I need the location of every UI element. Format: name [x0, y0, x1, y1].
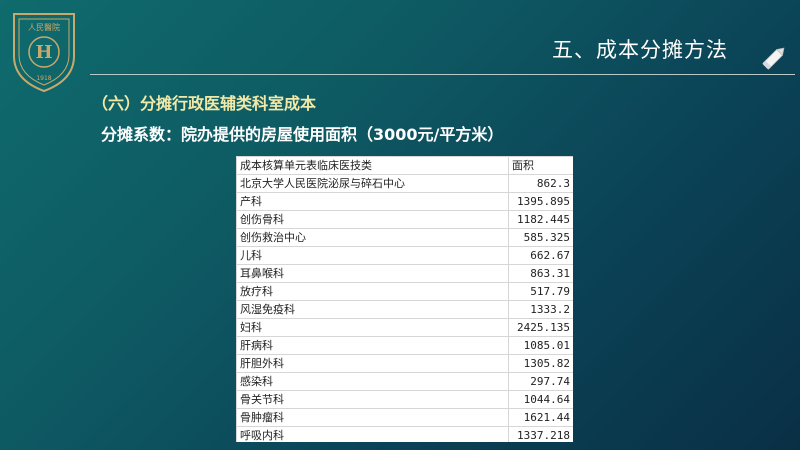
logo-top-text: 人民醫院: [28, 22, 60, 32]
header-cell-unit: 成本核算单元表临床医技类: [236, 156, 509, 175]
pen-icon: [758, 42, 790, 74]
table-row: 肝胆外科 1305.82: [236, 354, 573, 373]
cell-name: 呼吸内科: [236, 426, 509, 442]
cell-area: 1337.218: [508, 426, 573, 442]
table-row: 骨关节科 1044.64: [236, 390, 573, 409]
cell-area: 1085.01: [508, 336, 573, 355]
cell-area: 585.325: [508, 228, 573, 247]
table-row: 创伤骨科 1182.445: [236, 210, 573, 229]
cell-area: 863.31: [508, 264, 573, 283]
table-row: 妇科 2425.135: [236, 318, 573, 337]
cell-area: 1395.895: [508, 192, 573, 211]
section-subheading: 分摊系数：院办提供的房屋使用面积（3000元/平方米）: [101, 125, 504, 144]
table-header-row: 成本核算单元表临床医技类 面积: [236, 156, 573, 175]
table-row: 骨肿瘤科 1621.44: [236, 408, 573, 427]
table-row: 创伤救治中心 585.325: [236, 228, 573, 247]
area-table: 成本核算单元表临床医技类 面积 北京大学人民医院泌尿与碎石中心 862.3 产科 1…: [236, 156, 573, 442]
table-row: 风湿免疫科 1333.2: [236, 300, 573, 319]
table-row: 呼吸内科 1337.218: [236, 426, 573, 442]
cell-name: 风湿免疫科: [236, 300, 509, 319]
cell-name: 肝病科: [236, 336, 509, 355]
cell-name: 产科: [236, 192, 509, 211]
cell-name: 创伤骨科: [236, 210, 509, 229]
cell-area: 1044.64: [508, 390, 573, 409]
table-row: 产科 1395.895: [236, 192, 573, 211]
cell-name: 骨肿瘤科: [236, 408, 509, 427]
slide-title: 五、成本分摊方法: [552, 38, 728, 62]
cell-area: 1182.445: [508, 210, 573, 229]
table-row: 放疗科 517.79: [236, 282, 573, 301]
cell-area: 1305.82: [508, 354, 573, 373]
cell-area: 517.79: [508, 282, 573, 301]
cell-area: 1333.2: [508, 300, 573, 319]
table-row: 儿科 662.67: [236, 246, 573, 265]
cell-name: 放疗科: [236, 282, 509, 301]
cell-name: 骨关节科: [236, 390, 509, 409]
table-row: 北京大学人民医院泌尿与碎石中心 862.3: [236, 174, 573, 193]
header-divider: [90, 74, 795, 75]
cell-name: 创伤救治中心: [236, 228, 509, 247]
table-row: 感染科 297.74: [236, 372, 573, 391]
cell-area: 1621.44: [508, 408, 573, 427]
table-row: 肝病科 1085.01: [236, 336, 573, 355]
section-heading: （六）分摊行政医辅类科室成本: [92, 94, 317, 113]
cell-name: 北京大学人民医院泌尿与碎石中心: [236, 174, 509, 193]
cell-name: 耳鼻喉科: [236, 264, 509, 283]
cell-area: 2425.135: [508, 318, 573, 337]
header-cell-area: 面积: [508, 156, 573, 175]
table-row: 耳鼻喉科 863.31: [236, 264, 573, 283]
cell-area: 862.3: [508, 174, 573, 193]
hospital-logo: 人民醫院 H 1918: [10, 8, 78, 94]
cell-name: 肝胆外科: [236, 354, 509, 373]
cell-name: 儿科: [236, 246, 509, 265]
cell-name: 感染科: [236, 372, 509, 391]
logo-year: 1918: [36, 75, 51, 82]
cell-name: 妇科: [236, 318, 509, 337]
logo-initial: H: [35, 42, 52, 63]
cell-area: 297.74: [508, 372, 573, 391]
cell-area: 662.67: [508, 246, 573, 265]
